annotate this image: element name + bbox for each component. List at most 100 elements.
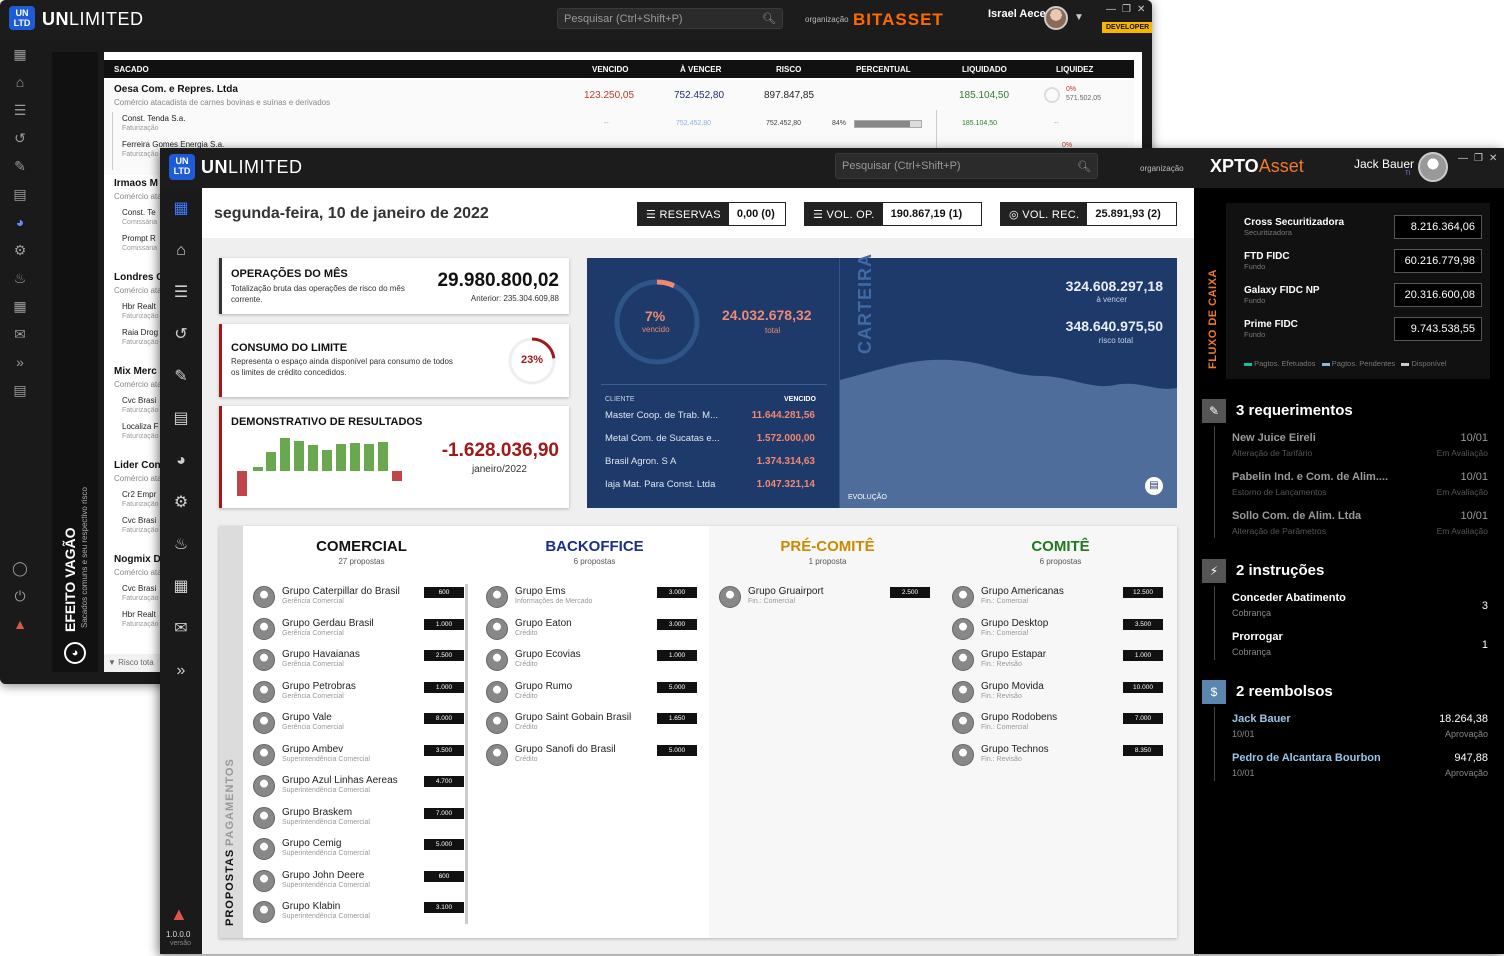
dashboard-icon[interactable]: ▦ xyxy=(160,188,202,230)
kpi-reservas[interactable]: ☰ RESERVAS 0,00 (0) xyxy=(637,202,786,226)
bell-icon[interactable]: ♨ xyxy=(0,264,40,292)
layers-icon[interactable]: ☰ xyxy=(160,272,202,314)
proposal-card[interactable]: Grupo Saint Gobain Brasil Crédito 1.650 xyxy=(486,710,697,740)
book-icon[interactable]: ▤ xyxy=(0,180,40,208)
proposal-card[interactable]: Grupo John Deere Superintendência Comerci… xyxy=(253,868,464,898)
proposal-card[interactable]: Grupo Ambev Superintendência Comercial 3.5… xyxy=(253,742,464,772)
document-edit-icon[interactable]: ✎ xyxy=(0,152,40,180)
risk-filter[interactable]: ▼ Risco tota xyxy=(104,654,164,672)
dashboard-icon[interactable]: ▦ xyxy=(0,40,40,68)
chart-pie-icon[interactable]: ◕ xyxy=(0,208,40,236)
back-arrow-icon[interactable]: ↺ xyxy=(0,124,40,152)
requerimentos-title[interactable]: 3 requerimentos xyxy=(1236,402,1353,419)
proposal-card[interactable]: Grupo Petrobras Gerência Comercial 1.000 xyxy=(253,679,464,709)
proposal-card[interactable]: Grupo Technos Fin.: Revisão 8.350 xyxy=(952,742,1163,772)
bell-icon[interactable]: ♨ xyxy=(160,524,202,566)
list-item[interactable]: Cross Securitizadora Securitizadora xyxy=(1244,217,1344,237)
proposal-card[interactable]: Grupo Azul Linhas Aereas Superintendência… xyxy=(253,773,464,803)
table-icon[interactable]: ▦ xyxy=(0,292,40,320)
book-icon[interactable]: ▤ xyxy=(160,398,202,440)
table-icon[interactable]: ▦ xyxy=(160,566,202,608)
proposal-card[interactable]: Grupo Gerdau Brasil Gerência Comercial 1.0… xyxy=(253,616,464,646)
proposal-card[interactable]: Grupo Estapar Fin.: Revisão 1.000 xyxy=(952,647,1163,677)
layers-icon[interactable]: ☰ xyxy=(0,96,40,124)
column-title[interactable]: COMITÊ xyxy=(948,538,1173,555)
column-title[interactable]: PRÉ-COMITÊ xyxy=(715,538,940,555)
list-item[interactable]: New Juice Eireli Alteração de Tarifário … xyxy=(1232,432,1488,466)
home-icon[interactable]: ⌂ xyxy=(0,68,40,96)
window-controls[interactable]: —❐✕ xyxy=(1458,153,1503,164)
avatar[interactable] xyxy=(1044,6,1068,30)
expand-icon[interactable]: » xyxy=(160,650,202,692)
kpi-vol-rec[interactable]: ◎ VOL. REC. 25.891,93 (2) xyxy=(1000,202,1177,226)
proposal-card[interactable]: Grupo Desktop Fin.: Comercial 3.500 xyxy=(952,616,1163,646)
mail-icon[interactable]: ✉ xyxy=(160,608,202,650)
proposal-card[interactable]: Grupo Movida Fin.: Revisão 10.000 xyxy=(952,679,1163,709)
proposal-card[interactable]: Grupo Ems Informações de Mercado 3.000 xyxy=(486,584,697,614)
proposal-card[interactable]: Grupo Rumo Crédito 5.000 xyxy=(486,679,697,709)
proposal-card[interactable]: Grupo Cemig Superintendência Comercial 5.0… xyxy=(253,836,464,866)
table-row[interactable]: Master Coop. de Trab. M... 11.644.281,56 xyxy=(605,410,825,433)
document-edit-icon[interactable]: ✎ xyxy=(160,356,202,398)
list-item[interactable]: Prime FIDC Fundo xyxy=(1244,319,1298,339)
proposal-card[interactable]: Grupo Klabin Superintendência Comercial 3.… xyxy=(253,899,464,929)
tab-propostas[interactable]: PROPOSTAS xyxy=(224,849,236,926)
power-icon[interactable]: ⏻ xyxy=(0,582,40,610)
list-item[interactable]: Prorrogar Cobrança 1 xyxy=(1232,631,1488,665)
settings-circle-icon[interactable]: ◯ xyxy=(0,554,40,582)
proposal-card[interactable]: Grupo Vale Gerência Comercial 8.000 xyxy=(253,710,464,740)
col-liquidez[interactable]: LIQUIDEZ xyxy=(1056,65,1093,74)
chevron-down-icon[interactable]: ▼ xyxy=(1074,12,1084,23)
org-brand[interactable]: XPTOAsset xyxy=(1210,156,1304,177)
proposal-card[interactable]: Grupo Havaianas Gerência Comercial 2.500 xyxy=(253,647,464,677)
demonstrativo-card[interactable]: DEMONSTRATIVO DE RESULTADOS -1.628.036,9… xyxy=(219,406,569,508)
consumo-card[interactable]: CONSUMO DO LIMITE Representa o espaço ai… xyxy=(219,324,569,397)
gear-icon[interactable]: ⚙ xyxy=(0,236,40,264)
search-icon[interactable]: 🔍︎ xyxy=(1077,160,1091,173)
tab-pagamentos[interactable]: PAGAMENTOS xyxy=(224,758,236,846)
home-icon[interactable]: ⌂ xyxy=(160,230,202,272)
reembolsos-title[interactable]: 2 reembolsos xyxy=(1236,683,1333,700)
proposal-card[interactable]: Grupo Americanas Fin.: Comercial 12.500 xyxy=(952,584,1163,614)
fluxo-caixa-panel[interactable]: FLUXO DE CAIXA Cross Securitizadora Secur… xyxy=(1202,203,1490,379)
window-controls[interactable]: —❐✕ xyxy=(1106,4,1151,15)
carteira-panel[interactable]: 7% vencido 24.032.678,32 total CLIENTE V… xyxy=(587,253,1177,508)
col-liquidado[interactable]: LIQUIDADO xyxy=(962,65,1007,74)
chart-pie-icon[interactable]: ◕ xyxy=(160,440,202,482)
clipboard-icon[interactable]: ▤ xyxy=(0,376,40,404)
search-icon[interactable]: 🔍︎ xyxy=(762,12,776,25)
org-brand[interactable]: BITASSET xyxy=(853,10,944,30)
mail-icon[interactable]: ✉ xyxy=(0,320,40,348)
table-row[interactable]: Iaja Mat. Para Const. Ltda 1.047.321,14 xyxy=(605,479,825,502)
proposal-card[interactable]: Grupo Ecovias Crédito 1.000 xyxy=(486,647,697,677)
proposal-card[interactable]: Grupo Eaton Crédito 3.000 xyxy=(486,616,697,646)
list-item[interactable]: Galaxy FIDC NP Fundo xyxy=(1244,285,1320,305)
proposal-card[interactable]: Grupo Sanofi do Brasil Crédito 5.000 xyxy=(486,742,697,772)
list-item[interactable]: Conceder Abatimento Cobrança 3 xyxy=(1232,592,1488,626)
column-title[interactable]: BACKOFFICE xyxy=(482,538,707,555)
col-a-vencer[interactable]: À VENCER xyxy=(680,65,721,74)
col-percentual[interactable]: PERCENTUAL xyxy=(856,65,911,74)
user-name[interactable]: Israel Aece xyxy=(988,8,1046,20)
proposal-card[interactable]: Grupo Caterpillar do Brasil Gerência Come… xyxy=(253,584,464,614)
back-arrow-icon[interactable]: ↺ xyxy=(160,314,202,356)
table-row[interactable]: Brasil Agron. S A 1.374.314,63 xyxy=(605,456,825,479)
search-input[interactable]: Pesquisar (Ctrl+Shift+P) 🔍︎ xyxy=(835,153,1098,179)
list-item[interactable]: Pedro de Alcantara Bourbon 10/01 947,88 … xyxy=(1232,752,1488,786)
avatar[interactable] xyxy=(1418,152,1448,182)
proposal-card[interactable]: Grupo Braskem Superintendência Comercial 7… xyxy=(253,805,464,835)
column-title[interactable]: COMERCIAL xyxy=(249,538,474,555)
list-item[interactable]: Jack Bauer 10/01 18.264,38 Aprovação xyxy=(1232,713,1488,747)
chart-icon[interactable]: ◕ xyxy=(64,642,86,664)
col-sacado[interactable]: SACADO xyxy=(114,65,149,74)
instrucoes-title[interactable]: 2 instruções xyxy=(1236,562,1324,579)
operacoes-card[interactable]: OPERAÇÕES DO MÊS Totalização bruta das o… xyxy=(219,258,569,314)
kpi-vol-op[interactable]: ☰ VOL. OP. 190.867,19 (1) xyxy=(804,202,982,226)
col-risco[interactable]: RISCO xyxy=(776,65,801,74)
gear-icon[interactable]: ⚙ xyxy=(160,482,202,524)
chart-icon[interactable]: ▤ xyxy=(1145,477,1163,495)
proposal-card[interactable]: Grupo Rodobens Fin.: Comercial 7.000 xyxy=(952,710,1163,740)
list-item[interactable]: Sollo Com. de Alim. Ltda Alteração de Pa… xyxy=(1232,510,1488,544)
list-item[interactable]: Pabelin Ind. e Com. de Alim.... Estorno … xyxy=(1232,471,1488,505)
search-input[interactable]: Pesquisar (Ctrl+Shift+P) 🔍︎ xyxy=(557,8,783,29)
